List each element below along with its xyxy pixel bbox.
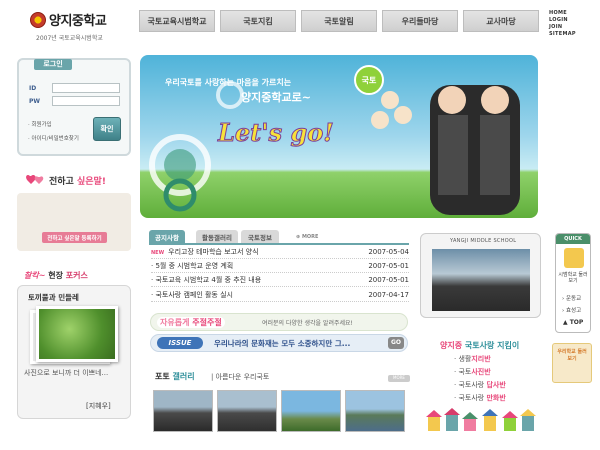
- visual-tagline: 우리국토를 사랑하는 마음을 가르치는: [165, 78, 292, 87]
- quick-menu-header: QUICK: [556, 234, 590, 244]
- nav-land-guard[interactable]: 국토지킴: [220, 10, 296, 32]
- issue-badge: ISSUE: [157, 337, 203, 349]
- join-link[interactable]: JOIN: [549, 24, 576, 31]
- photo-gallery-title: 포토 갤러리: [155, 372, 195, 381]
- login-link[interactable]: LOGIN: [549, 17, 576, 24]
- guardian-item[interactable]: · 생활지리반: [454, 354, 491, 364]
- join-link-login[interactable]: · 회원가입: [28, 120, 52, 128]
- board-more-link[interactable]: ⊕ MORE: [296, 234, 318, 240]
- board-divider: [149, 243, 409, 245]
- find-account-link[interactable]: · 아이디/비밀번호찾기: [28, 134, 79, 142]
- free-board-desc: 여러분의 다양한 생각을 알려주세요!: [262, 320, 353, 327]
- password-input[interactable]: [52, 96, 120, 106]
- guardians-title: 양지중 국토사랑 지킴이: [440, 341, 520, 350]
- message-board-title: 전하고 싶은말!: [49, 177, 106, 187]
- tab-land-info[interactable]: 국토정보: [241, 230, 279, 243]
- new-badge: NEW: [151, 250, 165, 256]
- scene-photo[interactable]: [36, 306, 118, 362]
- home-link[interactable]: HOME: [549, 10, 576, 17]
- photo-gallery-subtitle: | 아름다운 우리국토: [211, 373, 270, 381]
- hearts-icon: [26, 174, 44, 184]
- pw-label: PW: [29, 98, 41, 105]
- tab-activity-gallery[interactable]: 활동갤러리: [196, 230, 238, 243]
- visual-headline: 양지중학교로~: [241, 91, 311, 104]
- visual-ball-icon: 국토: [354, 65, 384, 95]
- scene-photo-author: [지혜우]: [86, 402, 111, 410]
- issue-text[interactable]: 우리나라의 문화재는 모두 소중하지만 그...: [214, 338, 350, 349]
- visual-lets-go: Let's go!: [218, 118, 335, 148]
- guardian-item[interactable]: · 국토사랑 답사반: [454, 380, 506, 390]
- tour-banner-text[interactable]: 우리학교 둘러보기: [557, 349, 587, 363]
- id-label: ID: [29, 85, 37, 92]
- scene-photo-desc: 사진으로 보니까 더 이쁘네...: [24, 369, 109, 377]
- nav-teacher-yard[interactable]: 교사마당: [463, 10, 539, 32]
- school-tour-icon[interactable]: [564, 248, 584, 268]
- nav-our-yard[interactable]: 우리들마당: [382, 10, 458, 32]
- gallery-more-button[interactable]: MORE: [388, 375, 410, 382]
- school-photo-label: YANGJI MIDDLE SCHOOL: [450, 238, 517, 244]
- id-input[interactable]: [52, 83, 120, 93]
- gallery-thumb[interactable]: [153, 390, 213, 432]
- top-button[interactable]: ▲ TOP: [563, 319, 583, 326]
- tab-notice[interactable]: 공지사항: [149, 230, 185, 243]
- quick-caption[interactable]: 시범학교 둘러보기: [558, 272, 588, 284]
- table-row[interactable]: · 국토사랑 캠페인 활동 실시 2007-04-17: [151, 289, 409, 302]
- login-tab: 로그인: [34, 59, 72, 70]
- quick-link[interactable]: › 운동교: [562, 294, 581, 302]
- table-row[interactable]: · 국토교육 시범학교 4월 중 추진 내용 2007-05-01: [151, 274, 409, 287]
- post-message-button[interactable]: 전하고 싶은말 등록하기: [42, 232, 107, 243]
- gallery-thumb[interactable]: [281, 390, 341, 432]
- scene-focus-title: 찰칵~ 현장 포커스: [24, 271, 88, 280]
- guardian-item[interactable]: · 국토사진반: [454, 367, 491, 377]
- utility-menu: HOME LOGIN JOIN SITEMAP: [549, 10, 576, 38]
- nav-land-notice[interactable]: 국토알림: [301, 10, 377, 32]
- issue-go-button[interactable]: GO: [388, 337, 404, 349]
- school-subtitle: 2007년 국토교육시범학교: [36, 35, 103, 42]
- quick-link[interactable]: › 효성고: [562, 306, 581, 314]
- table-row[interactable]: NEW 우리고장 테마학습 보고서 양식 2007-05-04: [151, 246, 409, 259]
- gallery-thumb[interactable]: [217, 390, 277, 432]
- guardian-item[interactable]: · 국토사랑 만화반: [454, 393, 506, 403]
- scene-photo-title[interactable]: 토끼풀과 민들레: [28, 292, 79, 303]
- free-board-title[interactable]: 자유롭게 주절주절: [157, 317, 225, 328]
- gallery-thumb[interactable]: [345, 390, 405, 432]
- login-button[interactable]: 확인: [93, 117, 121, 141]
- nav-model-school[interactable]: 국토교육시범학교: [139, 10, 215, 32]
- houses-illustration: [426, 408, 536, 431]
- school-photo[interactable]: [432, 249, 530, 311]
- sitemap-link[interactable]: SITEMAP: [549, 31, 576, 38]
- school-logo-icon[interactable]: [30, 12, 46, 28]
- table-row[interactable]: · 5월 중 시범학교 운영 계획 2007-05-01: [151, 260, 409, 273]
- school-name[interactable]: 양지중학교: [49, 10, 107, 29]
